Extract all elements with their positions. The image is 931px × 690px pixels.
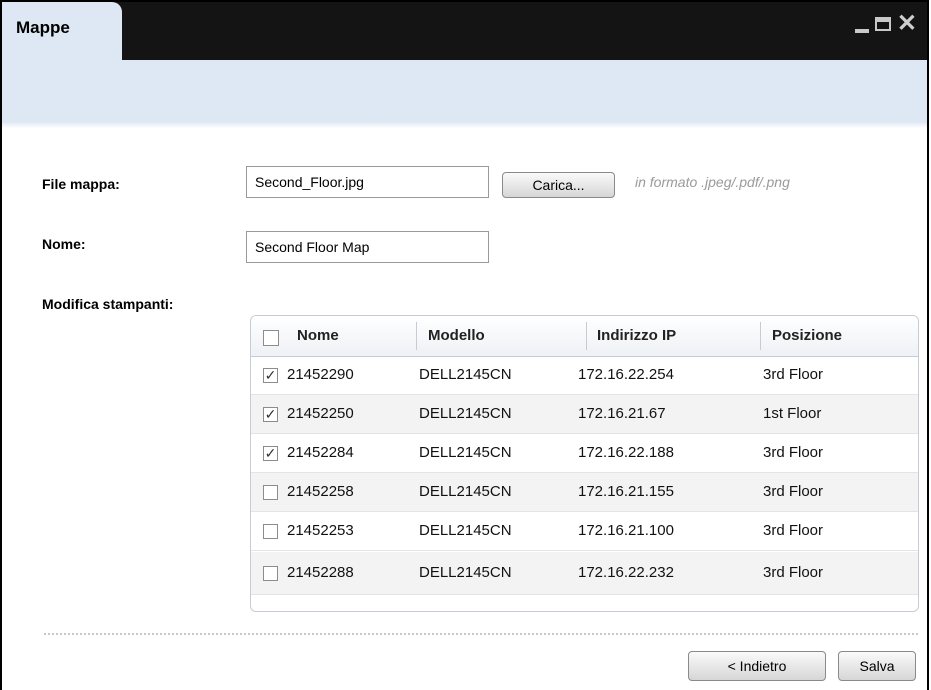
cell-modello: DELL2145CN <box>419 483 512 500</box>
cell-posizione: 3rd Floor <box>763 444 824 461</box>
name-label: Nome: <box>42 236 86 252</box>
cell-modello: DELL2145CN <box>419 522 512 539</box>
footer-divider <box>44 633 918 635</box>
column-divider <box>586 322 587 350</box>
format-hint: in formato .jpeg/.pdf/.png <box>635 174 790 190</box>
row-checkbox[interactable]: ✓ <box>263 446 278 461</box>
cell-ip: 172.16.21.67 <box>578 405 666 422</box>
cell-modello: DELL2145CN <box>419 444 512 461</box>
cell-nome: 21452250 <box>287 405 354 422</box>
minimize-icon[interactable] <box>854 29 869 33</box>
close-icon[interactable]: ✕ <box>897 12 917 36</box>
cell-ip: 172.16.21.155 <box>578 483 674 500</box>
cell-ip: 172.16.22.254 <box>578 366 674 383</box>
column-header-posizione[interactable]: Posizione <box>772 316 842 356</box>
file-map-field[interactable]: Second_Floor.jpg <box>246 166 489 198</box>
file-map-label: File mappa: <box>42 176 120 192</box>
upload-button[interactable]: Carica... <box>502 172 615 198</box>
name-field[interactable]: Second Floor Map <box>246 231 489 263</box>
cell-modello: DELL2145CN <box>419 564 512 581</box>
maximize-icon[interactable] <box>874 17 891 31</box>
cell-nome: 21452288 <box>287 564 354 581</box>
cell-posizione: 3rd Floor <box>763 366 824 383</box>
cell-nome: 21452258 <box>287 483 354 500</box>
save-button[interactable]: Salva <box>838 651 916 681</box>
cell-ip: 172.16.22.188 <box>578 444 674 461</box>
cell-posizione: 3rd Floor <box>763 522 824 539</box>
window-title: Mappe <box>16 18 70 37</box>
cell-nome: 21452253 <box>287 522 354 539</box>
cell-ip: 172.16.22.232 <box>578 564 674 581</box>
cell-posizione: 1st Floor <box>763 405 822 422</box>
mappe-window: Mappe ✕ File mappa: Second_Floor.jpg Car… <box>0 0 929 690</box>
window-tab: Mappe <box>2 2 122 60</box>
table-row[interactable]: ✓ 21452250 DELL2145CN 172.16.21.67 1st F… <box>251 395 918 434</box>
cell-modello: DELL2145CN <box>419 405 512 422</box>
row-checkbox[interactable] <box>263 524 278 539</box>
cell-nome: 21452290 <box>287 366 354 383</box>
column-header-modello[interactable]: Modello <box>428 316 485 356</box>
table-row[interactable]: 21452258 DELL2145CN 172.16.21.155 3rd Fl… <box>251 473 918 512</box>
window-controls: ✕ <box>854 12 917 36</box>
column-header-ip[interactable]: Indirizzo IP <box>597 316 676 356</box>
table-row[interactable]: ✓ 21452284 DELL2145CN 172.16.22.188 3rd … <box>251 434 918 473</box>
cell-ip: 172.16.21.100 <box>578 522 674 539</box>
printers-label: Modifica stampanti: <box>42 296 174 312</box>
row-checkbox[interactable]: ✓ <box>263 407 278 422</box>
table-row[interactable]: 21452253 DELL2145CN 172.16.21.100 3rd Fl… <box>251 512 918 551</box>
cell-posizione: 3rd Floor <box>763 483 824 500</box>
select-all-checkbox[interactable] <box>263 330 279 346</box>
row-checkbox[interactable] <box>263 485 278 500</box>
title-bar: Mappe ✕ <box>2 2 927 60</box>
column-divider <box>416 322 417 350</box>
back-button[interactable]: < Indietro <box>688 651 826 681</box>
header-band <box>2 60 927 128</box>
printers-table: Nome Modello Indirizzo IP Posizione ✓ 21… <box>250 315 919 612</box>
cell-nome: 21452284 <box>287 444 354 461</box>
column-header-nome[interactable]: Nome <box>297 316 339 356</box>
cell-posizione: 3rd Floor <box>763 564 824 581</box>
table-header: Nome Modello Indirizzo IP Posizione <box>251 316 918 357</box>
column-divider <box>760 322 761 350</box>
table-row[interactable]: ✓ 21452290 DELL2145CN 172.16.22.254 3rd … <box>251 356 918 395</box>
table-row[interactable]: 21452288 DELL2145CN 172.16.22.232 3rd Fl… <box>251 552 918 595</box>
cell-modello: DELL2145CN <box>419 366 512 383</box>
row-checkbox[interactable] <box>263 566 278 581</box>
row-checkbox[interactable]: ✓ <box>263 368 278 383</box>
